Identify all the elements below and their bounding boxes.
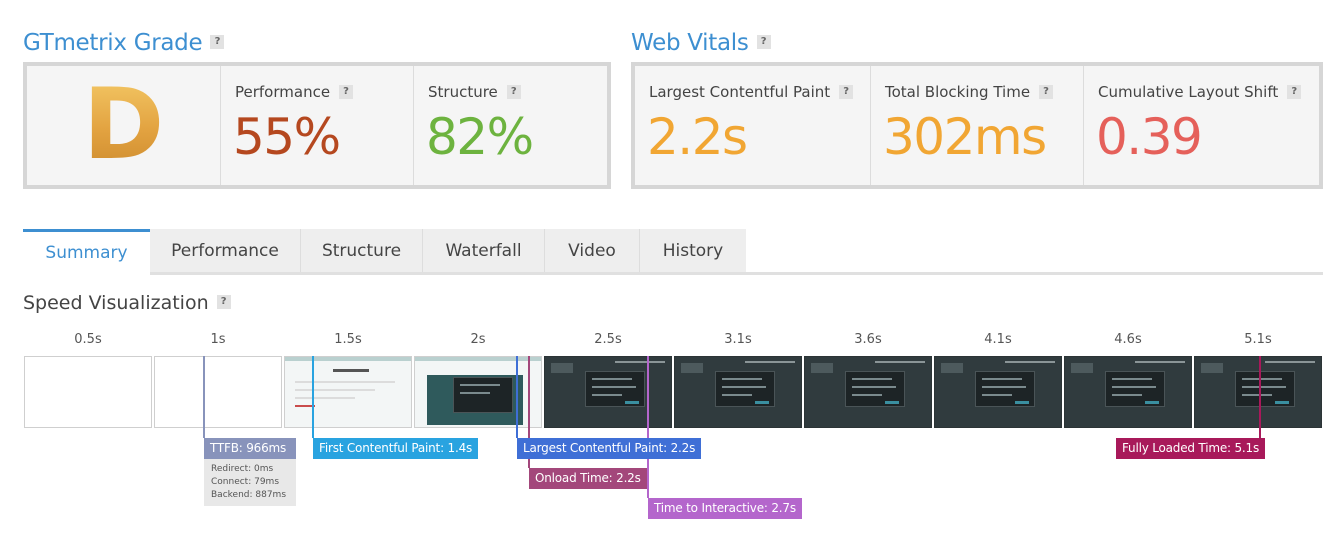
ttfb-line [203,356,205,438]
web-vitals-title: Web Vitals? [631,30,771,56]
timeline-tick: 4.6s [1114,332,1142,347]
filmstrip-frame[interactable] [414,356,542,428]
cls-cell: Cumulative Layout Shift? 0.39 [1084,66,1319,185]
ttfb-connect: Connect: 79ms [211,477,280,487]
tab-performance[interactable]: Performance [150,229,301,273]
timeline-tick: 3.6s [854,332,882,347]
fully-loaded-tag: Fully Loaded Time: 5.1s [1116,438,1265,459]
filmstrip-frame[interactable] [1064,356,1192,428]
lcp-cell: Largest Contentful Paint? 2.2s [635,66,871,185]
filmstrip-frame[interactable] [544,356,672,428]
structure-label: Structure? [428,83,521,101]
timeline-tick: 1s [210,332,226,347]
lcp-help-icon[interactable]: ? [839,84,854,99]
lcp-label: Largest Contentful Paint? [649,83,854,101]
report-tabs: Summary Performance Structure Waterfall … [23,229,746,273]
tbt-value: 302ms [883,108,1047,166]
cls-value: 0.39 [1096,108,1203,166]
gtmetrix-grade-title-text: GTmetrix Grade [23,30,203,56]
ttfb-backend: Backend: 887ms [211,490,287,500]
speed-viz-help-icon[interactable]: ? [216,294,231,309]
structure-value: 82% [426,108,534,166]
performance-value: 55% [233,108,341,166]
timeline-tick: 3.1s [724,332,752,347]
timeline-tick: 0.5s [74,332,102,347]
grade-letter: D [27,68,220,182]
fcp-line [312,356,314,438]
tbt-help-icon[interactable]: ? [1039,84,1054,99]
tbt-cell: Total Blocking Time? 302ms [871,66,1084,185]
performance-label-text: Performance [235,83,331,101]
fcp-tag: First Contentful Paint: 1.4s [313,438,479,459]
timeline-tick: 4.1s [984,332,1012,347]
fully-loaded-line [1259,356,1261,438]
tab-waterfall[interactable]: Waterfall [423,229,545,273]
grade-help-icon[interactable]: ? [210,34,225,49]
timeline-tick: 5.1s [1244,332,1272,347]
lcp-tag: Largest Contentful Paint: 2.2s [517,438,702,459]
performance-label: Performance? [235,83,354,101]
structure-help-icon[interactable]: ? [506,84,521,99]
tti-line [647,356,649,498]
filmstrip-frame[interactable] [934,356,1062,428]
tabs-underline [150,272,1323,275]
timeline-tick: 1.5s [334,332,362,347]
lcp-value: 2.2s [647,108,748,166]
filmstrip-frame[interactable] [154,356,282,428]
cls-label: Cumulative Layout Shift? [1098,83,1302,101]
tab-history[interactable]: History [640,229,746,273]
structure-cell: Structure? 82% [414,66,607,185]
lcp-label-text: Largest Contentful Paint [649,83,831,101]
tab-structure[interactable]: Structure [301,229,423,273]
tbt-label-text: Total Blocking Time [885,83,1031,101]
performance-cell: Performance? 55% [221,66,414,185]
cls-help-icon[interactable]: ? [1287,84,1302,99]
tab-video[interactable]: Video [545,229,640,273]
structure-label-text: Structure [428,83,498,101]
ttfb-details: Redirect: 0ms Connect: 79ms Backend: 887… [204,459,296,506]
lcp-line [516,356,518,438]
performance-help-icon[interactable]: ? [339,84,354,99]
vitals-help-icon[interactable]: ? [756,34,771,49]
web-vitals-title-text: Web Vitals [631,30,749,56]
filmstrip-frame[interactable] [1194,356,1322,428]
ttfb-redirect: Redirect: 0ms [211,464,274,474]
filmstrip-frame[interactable] [284,356,412,428]
filmstrip-frame[interactable] [24,356,152,428]
timeline-tick: 2s [470,332,486,347]
onload-tag: Onload Time: 2.2s [529,468,647,489]
tti-tag: Time to Interactive: 2.7s [648,498,802,519]
cls-label-text: Cumulative Layout Shift [1098,83,1279,101]
filmstrip-frame[interactable] [804,356,932,428]
ttfb-tag: TTFB: 966ms [204,438,296,459]
gtmetrix-grade-title: GTmetrix Grade? [23,30,225,56]
grade-cell: D [27,66,221,185]
tab-summary[interactable]: Summary [23,229,150,273]
filmstrip-frame[interactable] [674,356,802,428]
timeline-tick: 2.5s [594,332,622,347]
speed-visualization-title: Speed Visualization? [23,292,231,314]
tbt-label: Total Blocking Time? [885,83,1054,101]
speed-visualization-title-text: Speed Visualization [23,292,209,314]
vitals-panel: Largest Contentful Paint? 2.2s Total Blo… [631,62,1323,189]
grade-panel: D Performance? 55% Structure? 82% [23,62,611,189]
